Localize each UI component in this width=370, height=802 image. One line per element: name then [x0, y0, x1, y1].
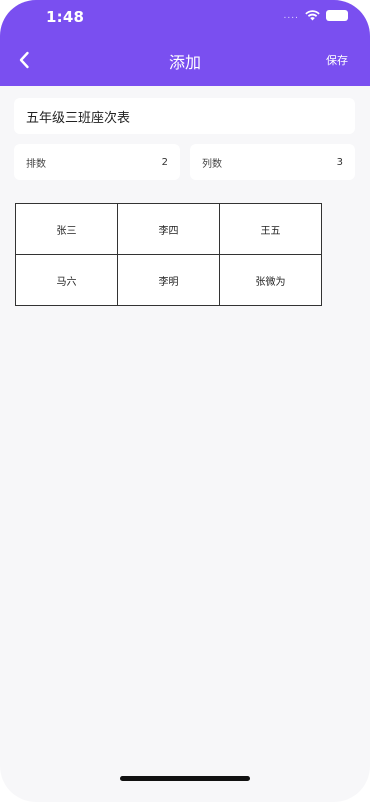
- battery-icon: [326, 10, 348, 21]
- seat-cell[interactable]: 张三: [15, 203, 118, 255]
- signal-dots-icon: ....: [283, 10, 299, 21]
- phone-screen: 1:48 .... 添加 保存 五年级三班座次表 排数 2 列数 3 张三 李四…: [0, 0, 370, 802]
- status-time: 1:48: [46, 8, 85, 26]
- rows-value[interactable]: 2: [162, 157, 168, 168]
- rows-label: 排数: [26, 158, 46, 170]
- seat-row: 马六 李明 张微为: [15, 254, 322, 306]
- seat-cell[interactable]: 李四: [117, 203, 220, 255]
- home-indicator: [120, 776, 250, 781]
- header: 1:48 .... 添加 保存: [0, 0, 370, 86]
- seating-name-field[interactable]: 五年级三班座次表: [14, 98, 355, 134]
- seating-grid: 张三 李四 王五 马六 李明 张微为: [15, 203, 322, 306]
- cols-value[interactable]: 3: [337, 157, 343, 168]
- cols-count-field[interactable]: 列数 3: [190, 144, 355, 180]
- seat-cell[interactable]: 马六: [15, 254, 118, 306]
- cols-label: 列数: [202, 158, 222, 170]
- seat-cell[interactable]: 李明: [117, 254, 220, 306]
- page-title: 添加: [168, 53, 201, 72]
- status-icons: ....: [284, 10, 348, 21]
- seat-cell[interactable]: 张微为: [219, 254, 322, 306]
- wifi-icon: [305, 10, 320, 21]
- seat-cell[interactable]: 王五: [219, 203, 322, 255]
- rows-count-field[interactable]: 排数 2: [14, 144, 180, 180]
- save-button[interactable]: 保存: [326, 52, 348, 68]
- seat-row: 张三 李四 王五: [15, 203, 322, 255]
